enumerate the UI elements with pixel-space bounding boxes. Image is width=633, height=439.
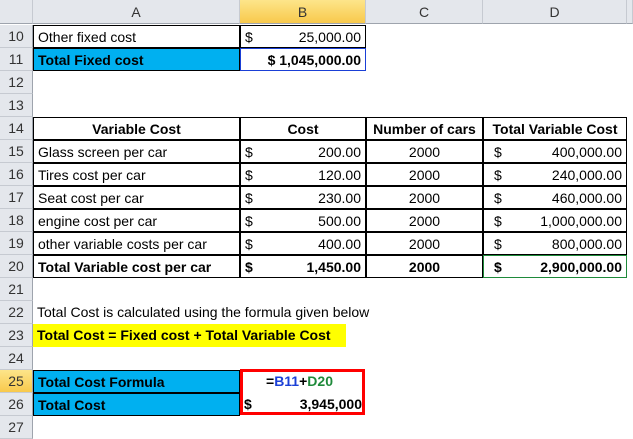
cell-a14[interactable]: Variable Cost — [33, 117, 240, 140]
column-header-a[interactable]: A — [33, 0, 240, 24]
cell-value: 200.00 — [318, 144, 361, 160]
row-header-23[interactable]: 23 — [0, 324, 33, 347]
cell-b20[interactable]: $1,450.00 — [240, 255, 366, 278]
cell-a23[interactable]: Total Cost = Fixed cost + Total Variable… — [33, 324, 346, 347]
currency-symbol: $ — [494, 213, 502, 229]
cell-d14[interactable]: Total Variable Cost — [483, 117, 627, 140]
cell-a16[interactable]: Tires cost per car — [33, 163, 240, 186]
row-header-15[interactable]: 15 — [0, 140, 33, 163]
cell-a22[interactable]: Total Cost is calculated using the formu… — [33, 301, 433, 324]
cell-c19[interactable]: 2000 — [366, 232, 483, 255]
row-header-18[interactable]: 18 — [0, 209, 33, 232]
cell-a26[interactable]: Total Cost — [33, 393, 240, 416]
cell-b16[interactable]: $120.00 — [240, 163, 366, 186]
cell-c16[interactable]: 2000 — [366, 163, 483, 186]
currency-symbol: $ — [494, 259, 502, 275]
currency-symbol: $ — [245, 144, 253, 160]
formula-highlight-box — [240, 369, 365, 415]
row-header-21[interactable]: 21 — [0, 278, 33, 301]
row-header-10[interactable]: 10 — [0, 25, 33, 48]
cell-value: 120.00 — [318, 167, 361, 183]
row-header-27[interactable]: 27 — [0, 416, 33, 439]
cell-d17[interactable]: $460,000.00 — [483, 186, 627, 209]
row-header-12[interactable]: 12 — [0, 71, 33, 94]
column-header-e[interactable] — [627, 0, 633, 24]
currency-symbol: $ — [245, 167, 253, 183]
cell-a10[interactable]: Other fixed cost — [33, 25, 240, 48]
row-header-19[interactable]: 19 — [0, 232, 33, 255]
cell-a18[interactable]: engine cost per car — [33, 209, 240, 232]
currency-symbol: $ — [245, 259, 253, 275]
cell-value: 800,000.00 — [551, 236, 622, 252]
cell-value: 2,900,000.00 — [540, 259, 622, 275]
row-header-16[interactable]: 16 — [0, 163, 33, 186]
currency-symbol: $ — [245, 236, 253, 252]
cell-value: 400,000.00 — [551, 144, 622, 160]
cell-value: 230.00 — [318, 190, 361, 206]
cell-a19[interactable]: other variable costs per car — [33, 232, 240, 255]
row-header-26[interactable]: 26 — [0, 393, 33, 416]
row-header-25[interactable]: 25 — [0, 370, 33, 393]
currency-symbol: $ — [494, 167, 502, 183]
row-header-20[interactable]: 20 — [0, 255, 33, 278]
cell-value: 400.00 — [318, 236, 361, 252]
row-header-22[interactable]: 22 — [0, 301, 33, 324]
column-header-b[interactable]: B — [240, 0, 366, 24]
cell-b10[interactable]: $25,000.00 — [240, 25, 366, 48]
cell-b17[interactable]: $230.00 — [240, 186, 366, 209]
cell-d15[interactable]: $400,000.00 — [483, 140, 627, 163]
cell-a15[interactable]: Glass screen per car — [33, 140, 240, 163]
row-header-24[interactable]: 24 — [0, 347, 33, 370]
cell-b14[interactable]: Cost — [240, 117, 366, 140]
row-header-11[interactable]: 11 — [0, 48, 33, 71]
cell-value: 240,000.00 — [551, 167, 622, 183]
currency-symbol: $ — [245, 190, 253, 206]
cell-value: $ 1,045,000.00 — [267, 52, 361, 68]
column-header-d[interactable]: D — [483, 0, 627, 24]
cell-a25[interactable]: Total Cost Formula — [33, 370, 240, 393]
cell-b18[interactable]: $500.00 — [240, 209, 366, 232]
row-header-17[interactable]: 17 — [0, 186, 33, 209]
cell-value: 460,000.00 — [551, 190, 622, 206]
cell-a17[interactable]: Seat cost per car — [33, 186, 240, 209]
cell-c14[interactable]: Number of cars — [366, 117, 483, 140]
currency-symbol: $ — [494, 190, 502, 206]
cell-value: 1,000,000.00 — [540, 213, 622, 229]
row-header-14[interactable]: 14 — [0, 117, 33, 140]
cell-d16[interactable]: $240,000.00 — [483, 163, 627, 186]
currency-symbol: $ — [245, 29, 253, 45]
cell-value: Total Variable Cost — [492, 121, 618, 137]
cell-c18[interactable]: 2000 — [366, 209, 483, 232]
cell-value: Cost — [287, 121, 319, 137]
row-header-13[interactable]: 13 — [0, 94, 33, 117]
select-all-corner[interactable] — [0, 0, 33, 24]
currency-symbol: $ — [245, 213, 253, 229]
cell-value: 1,450.00 — [306, 259, 362, 275]
column-header-c[interactable]: C — [366, 0, 483, 24]
cell-value: 25,000.00 — [298, 29, 361, 45]
cell-b15[interactable]: $200.00 — [240, 140, 366, 163]
currency-symbol: $ — [494, 144, 502, 160]
cell-b11[interactable]: $ 1,045,000.00 — [240, 48, 366, 71]
cell-c20[interactable]: 2000 — [366, 255, 483, 278]
currency-symbol: $ — [494, 236, 502, 252]
cell-a11[interactable]: Total Fixed cost — [33, 48, 240, 71]
cell-d18[interactable]: $1,000,000.00 — [483, 209, 627, 232]
cell-c15[interactable]: 2000 — [366, 140, 483, 163]
cell-value: 500.00 — [318, 213, 361, 229]
cell-d20[interactable]: $2,900,000.00 — [483, 255, 627, 278]
cell-b19[interactable]: $400.00 — [240, 232, 366, 255]
cell-c17[interactable]: 2000 — [366, 186, 483, 209]
cell-d19[interactable]: $800,000.00 — [483, 232, 627, 255]
cell-a20[interactable]: Total Variable cost per car — [33, 255, 240, 278]
